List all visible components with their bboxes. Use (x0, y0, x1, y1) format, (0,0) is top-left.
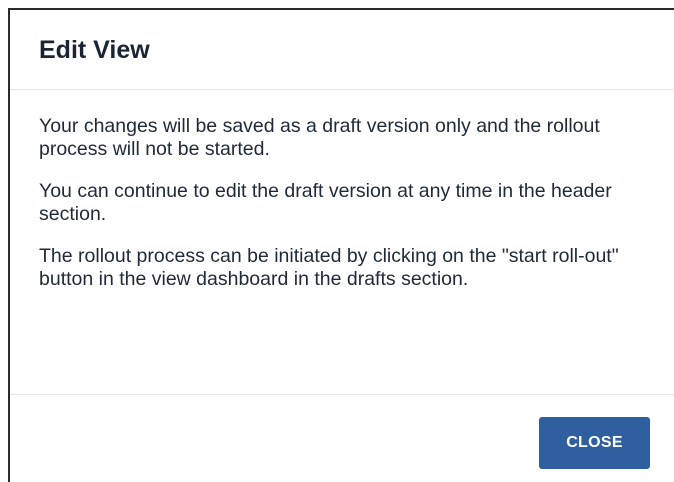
dialog-title: Edit View (39, 36, 150, 64)
dialog-body: Your changes will be saved as a draft ve… (10, 90, 674, 395)
dialog-message-edit: You can continue to edit the draft versi… (39, 180, 612, 225)
dialog-message-draft: Your changes will be saved as a draft ve… (39, 115, 600, 160)
edit-view-dialog: Edit View Your changes will be saved as … (8, 8, 674, 482)
dialog-footer: CLOSE (10, 395, 674, 481)
dialog-message-rollout: The rollout process can be initiated by … (39, 245, 619, 290)
close-button[interactable]: CLOSE (539, 417, 650, 469)
dialog-header: Edit View (10, 10, 674, 90)
